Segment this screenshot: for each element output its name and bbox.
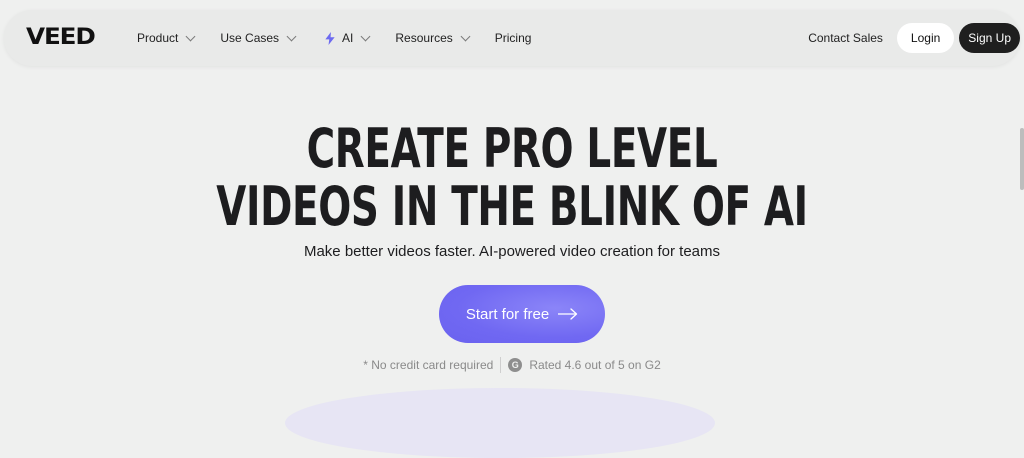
decorative-gradient-blob: [285, 388, 715, 458]
chevron-down-icon: [286, 31, 297, 41]
hero-footnote: * No credit card required G Rated 4.6 ou…: [0, 357, 1024, 373]
chevron-down-icon: [185, 31, 196, 41]
divider: [500, 357, 502, 373]
cta-label: Start for free: [465, 305, 550, 323]
top-navbar: VEED Product Use Cases AI Resources Pric…: [4, 10, 1020, 66]
login-button[interactable]: Login: [896, 23, 955, 53]
veed-logo[interactable]: VEED: [26, 24, 96, 52]
arrow-right-icon: [558, 308, 578, 320]
no-credit-card-note: * No credit card required: [363, 358, 494, 372]
nav-item-use-cases[interactable]: Use Cases: [220, 31, 297, 45]
nav-item-resources[interactable]: Resources: [395, 31, 471, 45]
chevron-down-icon: [460, 31, 471, 41]
nav-item-label: Pricing: [494, 31, 532, 45]
g2-rating-text[interactable]: Rated 4.6 out of 5 on G2: [529, 358, 660, 372]
hero-title-line-2: VIDEOS IN THE BLINK OF AI: [216, 175, 808, 238]
nav-item-product[interactable]: Product: [137, 31, 196, 45]
hero-title-line-1: CREATE PRO LEVEL: [306, 117, 718, 180]
chevron-down-icon: [360, 31, 371, 41]
nav-item-label: Use Cases: [220, 31, 280, 45]
nav-item-pricing[interactable]: Pricing: [495, 31, 532, 45]
nav-item-ai[interactable]: AI: [321, 31, 371, 45]
nav-item-label: Product: [137, 31, 179, 45]
g2-logo-icon: G: [508, 358, 523, 372]
nav-actions: Contact Sales Login Sign Up: [808, 23, 1020, 53]
nav-item-label: Resources: [395, 31, 453, 45]
hero-title: CREATE PRO LEVEL VIDEOS IN THE BLINK OF …: [0, 120, 1024, 236]
hero-subtitle: Make better videos faster. AI-powered vi…: [303, 243, 721, 260]
nav-item-label: AI: [342, 31, 354, 45]
lightning-bolt-icon: [325, 31, 335, 45]
nav-menu: Product Use Cases AI Resources Pricing: [137, 28, 557, 48]
contact-sales-link[interactable]: Contact Sales: [808, 31, 883, 45]
scrollbar-thumb[interactable]: [1020, 128, 1024, 190]
sign-up-button[interactable]: Sign Up: [959, 23, 1020, 53]
start-for-free-button[interactable]: Start for free: [439, 285, 605, 343]
